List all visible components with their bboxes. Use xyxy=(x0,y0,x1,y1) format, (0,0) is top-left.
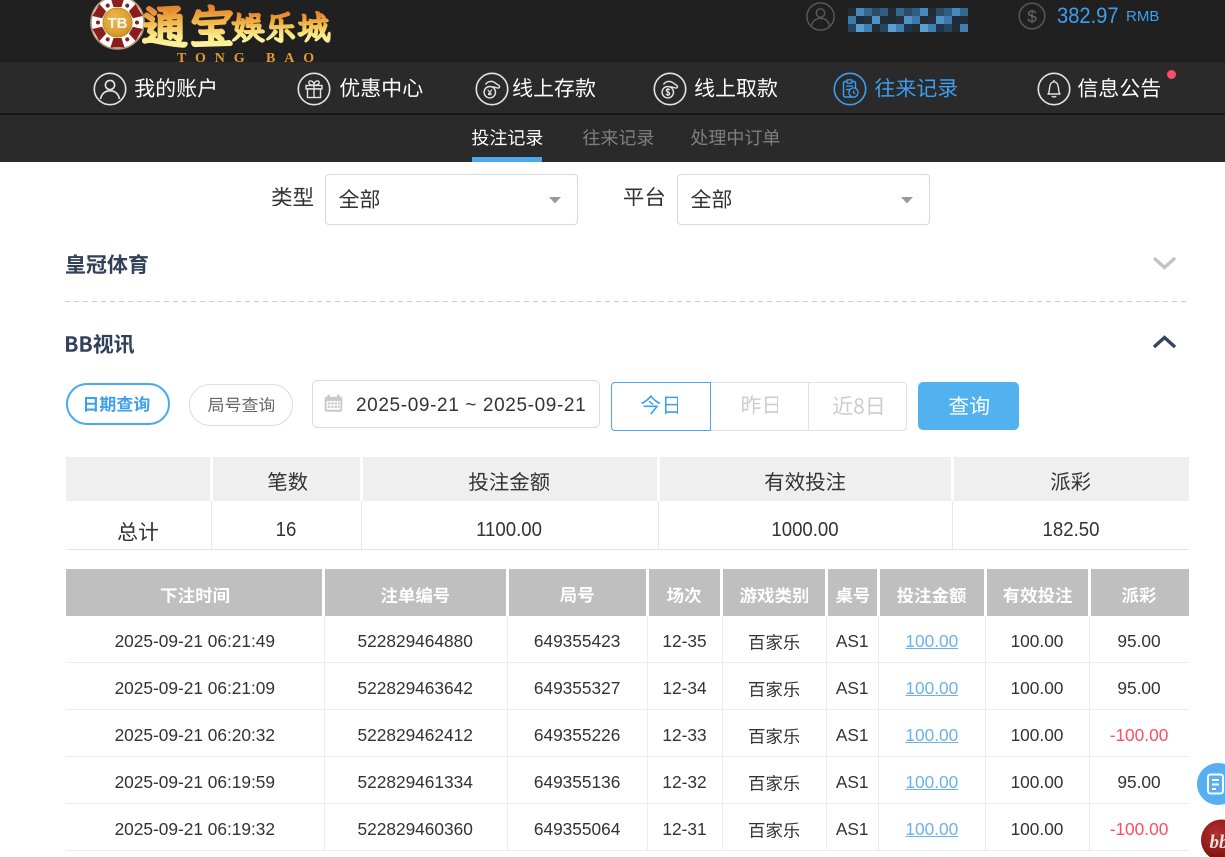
svg-text:$: $ xyxy=(1027,7,1037,26)
svg-text:TB: TB xyxy=(108,15,128,32)
svg-text:bb: bb xyxy=(1210,832,1225,853)
